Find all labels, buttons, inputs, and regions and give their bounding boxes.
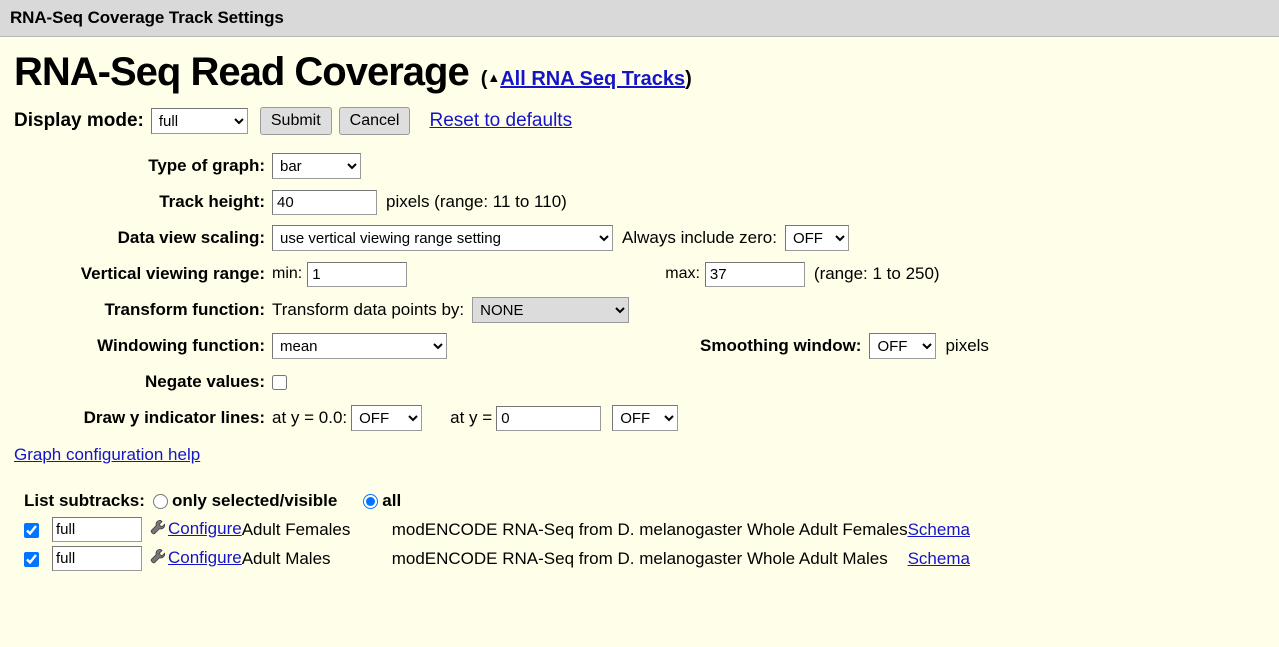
at-y-label: at y = <box>450 408 493 427</box>
windowing-function-label: Windowing function: <box>97 336 265 355</box>
track-height-input[interactable] <box>272 189 377 215</box>
subtrack-long-label: modENCODE RNA-Seq from D. melanogaster W… <box>391 519 908 539</box>
subtrack-visibility-select[interactable]: full <box>52 546 142 571</box>
row-negate-values: Negate values: <box>0 367 1279 397</box>
negate-values-label: Negate values: <box>145 372 265 391</box>
vertical-range-max-input[interactable] <box>704 261 805 287</box>
all-tracks-link-group: (▲All RNA Seq Tracks) <box>481 68 692 91</box>
negate-values-checkbox[interactable] <box>272 374 287 390</box>
subtrack-visibility-cell: full <box>52 546 150 575</box>
graph-settings-section: Type of graph: bar Track height: pixels … <box>0 151 1279 433</box>
subtrack-visibility-cell: full <box>52 517 150 546</box>
graph-configuration-help-link[interactable]: Graph configuration help <box>14 445 200 464</box>
page-title: RNA-Seq Read Coverage <box>14 50 470 94</box>
max-label: max: <box>665 265 700 282</box>
transform-function-select[interactable]: NONE <box>472 297 630 323</box>
row-transform-function: Transform function: Transform data point… <box>0 295 1279 325</box>
smoothing-window-select[interactable]: OFF <box>869 333 937 359</box>
subtrack-schema-link[interactable]: Schema <box>908 549 970 568</box>
row-vertical-viewing-range: Vertical viewing range: min: max: (range… <box>0 259 1279 289</box>
subtrack-long-label: modENCODE RNA-Seq from D. melanogaster W… <box>391 548 888 568</box>
page-header: RNA-Seq Read Coverage (▲All RNA Seq Trac… <box>0 37 1279 93</box>
smoothing-window-unit: pixels <box>945 336 989 355</box>
smoothing-window-label: Smoothing window: <box>700 336 862 355</box>
min-label: min: <box>272 265 303 282</box>
wrench-icon <box>150 548 166 569</box>
type-of-graph-label: Type of graph: <box>148 156 265 175</box>
wrench-icon <box>150 519 166 540</box>
filter-all-option[interactable]: all <box>363 491 401 511</box>
subtrack-enable-checkbox[interactable] <box>24 551 39 567</box>
window-title: RNA-Seq Coverage Track Settings <box>10 8 284 27</box>
subtrack-checkbox-cell <box>24 517 52 546</box>
at-y-zero-select[interactable]: OFF <box>351 405 423 431</box>
all-rna-seq-tracks-link[interactable]: All RNA Seq Tracks <box>500 68 685 90</box>
subtrack-short-label: Adult Males <box>241 548 331 568</box>
data-view-scaling-label: Data view scaling: <box>117 228 265 247</box>
subtrack-schema-cell: Schema <box>908 546 970 575</box>
up-arrow-icon: ▲ <box>487 70 501 85</box>
table-row: full Configure Adult Females modENCODE R… <box>24 517 970 546</box>
reset-to-defaults-link[interactable]: Reset to defaults <box>429 110 572 132</box>
transform-prefix-text: Transform data points by: <box>272 300 465 319</box>
subtracks-table: full Configure Adult Females modENCODE R… <box>24 517 970 575</box>
subtrack-configure-cell: Configure <box>150 546 242 575</box>
subtrack-schema-link[interactable]: Schema <box>908 520 970 539</box>
graph-config-help-row: Graph configuration help <box>0 445 1279 465</box>
type-of-graph-select[interactable]: bar <box>272 153 361 179</box>
table-row: full Configure Adult Males modENCODE RNA… <box>24 546 970 575</box>
row-type-of-graph: Type of graph: bar <box>0 151 1279 181</box>
draw-y-indicator-lines-label: Draw y indicator lines: <box>83 408 265 427</box>
at-y-value-input[interactable] <box>496 405 602 431</box>
row-windowing-function: Windowing function: mean Smoothing windo… <box>0 331 1279 361</box>
subtrack-configure-cell: Configure <box>150 517 242 546</box>
subtrack-configure-link[interactable]: Configure <box>168 548 242 567</box>
list-subtracks-row: List subtracks: only selected/visible al… <box>24 491 1279 511</box>
subtrack-configure-link[interactable]: Configure <box>168 519 242 538</box>
filter-all-label: all <box>382 491 402 510</box>
always-include-zero-select[interactable]: OFF <box>784 225 849 251</box>
at-y-toggle-select[interactable]: OFF <box>612 405 679 431</box>
filter-all-radio[interactable] <box>363 493 379 509</box>
at-y-zero-label: at y = 0.0: <box>272 408 348 427</box>
subtrack-checkbox-cell <box>24 546 52 575</box>
filter-only-selected-radio[interactable] <box>152 493 168 509</box>
row-draw-y-indicator-lines: Draw y indicator lines: at y = 0.0: OFF … <box>0 403 1279 433</box>
subtracks-section: List subtracks: only selected/visible al… <box>0 491 1279 575</box>
data-view-scaling-select[interactable]: use vertical viewing range setting <box>272 225 613 251</box>
paren-close: ) <box>685 68 692 90</box>
row-data-view-scaling: Data view scaling: use vertical viewing … <box>0 223 1279 253</box>
vertical-range-min-input[interactable] <box>307 261 408 287</box>
windowing-function-select[interactable]: mean <box>272 333 447 359</box>
display-mode-label: Display mode: <box>14 110 144 131</box>
list-subtracks-label: List subtracks: <box>24 491 145 510</box>
filter-only-selected-option[interactable]: only selected/visible <box>152 491 338 511</box>
transform-function-label: Transform function: <box>104 300 265 319</box>
track-height-label: Track height: <box>159 192 265 211</box>
subtrack-enable-checkbox[interactable] <box>24 522 39 538</box>
submit-button[interactable]: Submit <box>259 107 332 135</box>
row-track-height: Track height: pixels (range: 11 to 110) <box>0 187 1279 217</box>
subtrack-visibility-select[interactable]: full <box>52 517 142 542</box>
vertical-viewing-range-label: Vertical viewing range: <box>80 264 265 283</box>
subtrack-short-label: Adult Females <box>241 519 351 539</box>
display-mode-select[interactable]: full <box>150 108 248 134</box>
filter-only-selected-label: only selected/visible <box>171 491 338 510</box>
subtrack-schema-cell: Schema <box>908 517 970 546</box>
window-titlebar: RNA-Seq Coverage Track Settings <box>0 0 1279 37</box>
display-mode-row: Display mode: full Submit Cancel Reset t… <box>0 107 1279 135</box>
vertical-range-note: (range: 1 to 250) <box>813 264 940 283</box>
cancel-button[interactable]: Cancel <box>338 107 411 135</box>
track-height-unit-text: pixels (range: 11 to 110) <box>386 192 567 211</box>
always-include-zero-label: Always include zero: <box>622 228 777 247</box>
